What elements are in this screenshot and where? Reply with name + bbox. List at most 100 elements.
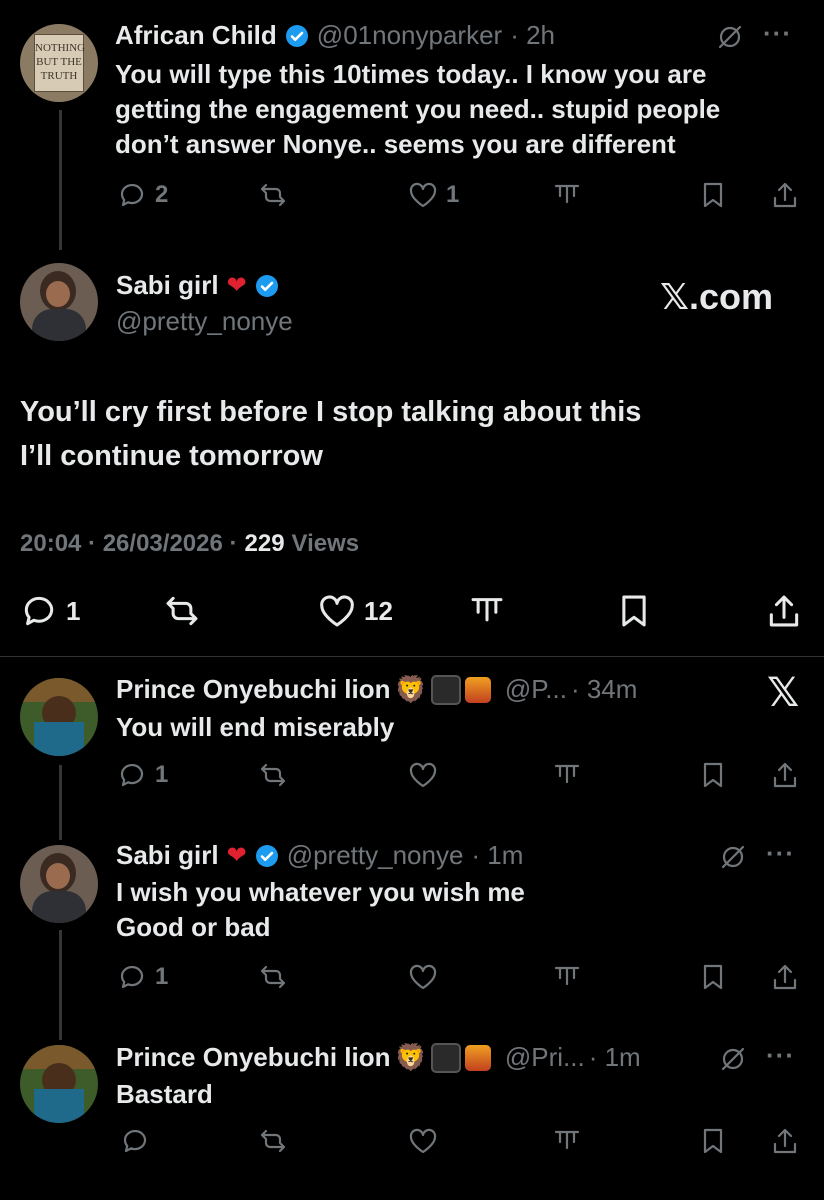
repost-icon — [260, 1129, 286, 1153]
reply-button[interactable]: 2 — [117, 180, 168, 210]
repost-button[interactable] — [163, 592, 201, 630]
thread-line — [59, 765, 62, 840]
tweet-text: You will type this 10times today.. I kno… — [115, 59, 721, 159]
author-handle[interactable]: @01nonyparker — [317, 20, 502, 51]
grok-icon[interactable] — [718, 1044, 748, 1079]
watermark: 𝕏.com — [660, 276, 774, 317]
share-button[interactable] — [770, 760, 800, 790]
avatar[interactable] — [20, 845, 98, 923]
reply-icon — [120, 763, 144, 787]
repost-icon — [260, 763, 286, 787]
tweet-text: I wish you whatever you wish me Good or … — [116, 877, 525, 942]
views-icon — [554, 184, 580, 204]
reply-button[interactable] — [120, 1126, 150, 1156]
heart-icon — [409, 182, 437, 208]
heart-icon — [409, 1128, 437, 1154]
share-icon — [773, 762, 797, 788]
share-button[interactable] — [765, 592, 803, 630]
ninja-emoji-icon — [430, 674, 461, 705]
views-icon — [554, 764, 580, 784]
grok-icon[interactable] — [718, 842, 748, 877]
like-button[interactable] — [408, 1126, 438, 1156]
repost-button[interactable] — [258, 962, 288, 992]
author-handle[interactable]: @P... — [505, 674, 567, 705]
reply-icon — [123, 1129, 147, 1153]
more-options-button[interactable]: ··· — [766, 1040, 795, 1071]
repost-icon — [166, 596, 198, 626]
like-button[interactable]: 12 — [318, 592, 393, 630]
repost-button[interactable] — [258, 180, 288, 210]
red-heart-icon: ❤ — [226, 272, 247, 299]
more-options-button[interactable]: ··· — [763, 18, 792, 49]
bookmark-button[interactable] — [698, 760, 728, 790]
lion-emoji-icon: 🦁 — [394, 1042, 427, 1072]
author-name[interactable]: Sabi girl — [116, 270, 219, 301]
thread-line — [59, 930, 62, 1040]
repost-icon — [260, 965, 286, 989]
timestamp[interactable]: · 2h — [510, 20, 555, 51]
lion-emoji-icon: 🦁 — [394, 674, 427, 704]
share-button[interactable] — [770, 962, 800, 992]
author-name[interactable]: Prince Onyebuchi lion — [116, 1042, 391, 1073]
share-icon — [773, 964, 797, 990]
like-button[interactable] — [408, 962, 438, 992]
avatar[interactable] — [20, 678, 98, 756]
repost-button[interactable] — [258, 760, 288, 790]
timestamp[interactable]: · 1m — [589, 1042, 641, 1073]
ninja-emoji-icon — [430, 1042, 461, 1073]
heart-icon — [409, 964, 437, 990]
reply-button[interactable]: 1 — [20, 592, 80, 630]
share-button[interactable] — [770, 1126, 800, 1156]
share-icon — [773, 1128, 797, 1154]
views-button[interactable] — [552, 962, 582, 992]
timestamp[interactable]: · 34m — [571, 674, 637, 705]
views-button[interactable] — [552, 760, 582, 790]
bookmark-button[interactable] — [698, 180, 728, 210]
avatar-text: BUT THE — [36, 56, 82, 68]
author-name[interactable]: African Child — [115, 20, 277, 51]
reply-icon — [120, 183, 144, 207]
views-label: Views — [291, 530, 360, 557]
views-icon — [554, 1130, 580, 1150]
cityscape-emoji-icon — [464, 676, 491, 703]
avatar[interactable] — [20, 263, 98, 341]
verified-badge-icon — [255, 844, 278, 867]
author-handle[interactable]: @pretty_nonye — [287, 840, 464, 871]
more-options-button[interactable]: ··· — [766, 838, 795, 869]
reply-button[interactable]: 1 — [117, 760, 168, 790]
repost-icon — [260, 183, 286, 207]
timestamp[interactable]: 20:04 · 26/03/2026 · — [20, 530, 238, 558]
like-button[interactable]: 1 — [408, 180, 459, 210]
share-icon — [769, 595, 799, 627]
grok-icon[interactable] — [715, 22, 745, 57]
author-handle[interactable]: @pretty_nonye — [116, 306, 293, 337]
like-button[interactable] — [408, 760, 438, 790]
bookmark-button[interactable] — [698, 1126, 728, 1156]
bookmark-icon — [703, 1128, 723, 1154]
avatar[interactable] — [20, 1045, 98, 1123]
author-name[interactable]: Sabi girl — [116, 840, 219, 871]
views-button[interactable] — [468, 592, 506, 630]
reply-icon — [120, 965, 144, 989]
author-name[interactable]: Prince Onyebuchi lion — [116, 674, 391, 705]
timestamp[interactable]: · 1m — [471, 840, 523, 871]
heart-icon — [409, 762, 437, 788]
tweet-text: You’ll cry first before I stop talking a… — [20, 396, 642, 472]
repost-button[interactable] — [258, 1126, 288, 1156]
avatar-text: NOTHING — [35, 42, 86, 54]
views-icon — [554, 966, 580, 986]
share-button[interactable] — [770, 180, 800, 210]
reply-button[interactable]: 1 — [117, 962, 168, 992]
bookmark-button[interactable] — [698, 962, 728, 992]
heart-icon — [320, 595, 354, 627]
avatar[interactable]: NOTHING BUT THE TRUTH — [20, 24, 98, 102]
thread-line — [59, 110, 62, 250]
bookmark-button[interactable] — [615, 592, 653, 630]
tweet-text: Bastard — [116, 1079, 213, 1109]
red-heart-icon: ❤ — [226, 842, 247, 869]
views-button[interactable] — [552, 180, 582, 210]
views-icon — [471, 598, 503, 622]
author-handle[interactable]: @Pri... — [505, 1042, 585, 1073]
divider — [0, 656, 824, 657]
views-button[interactable] — [552, 1126, 582, 1156]
